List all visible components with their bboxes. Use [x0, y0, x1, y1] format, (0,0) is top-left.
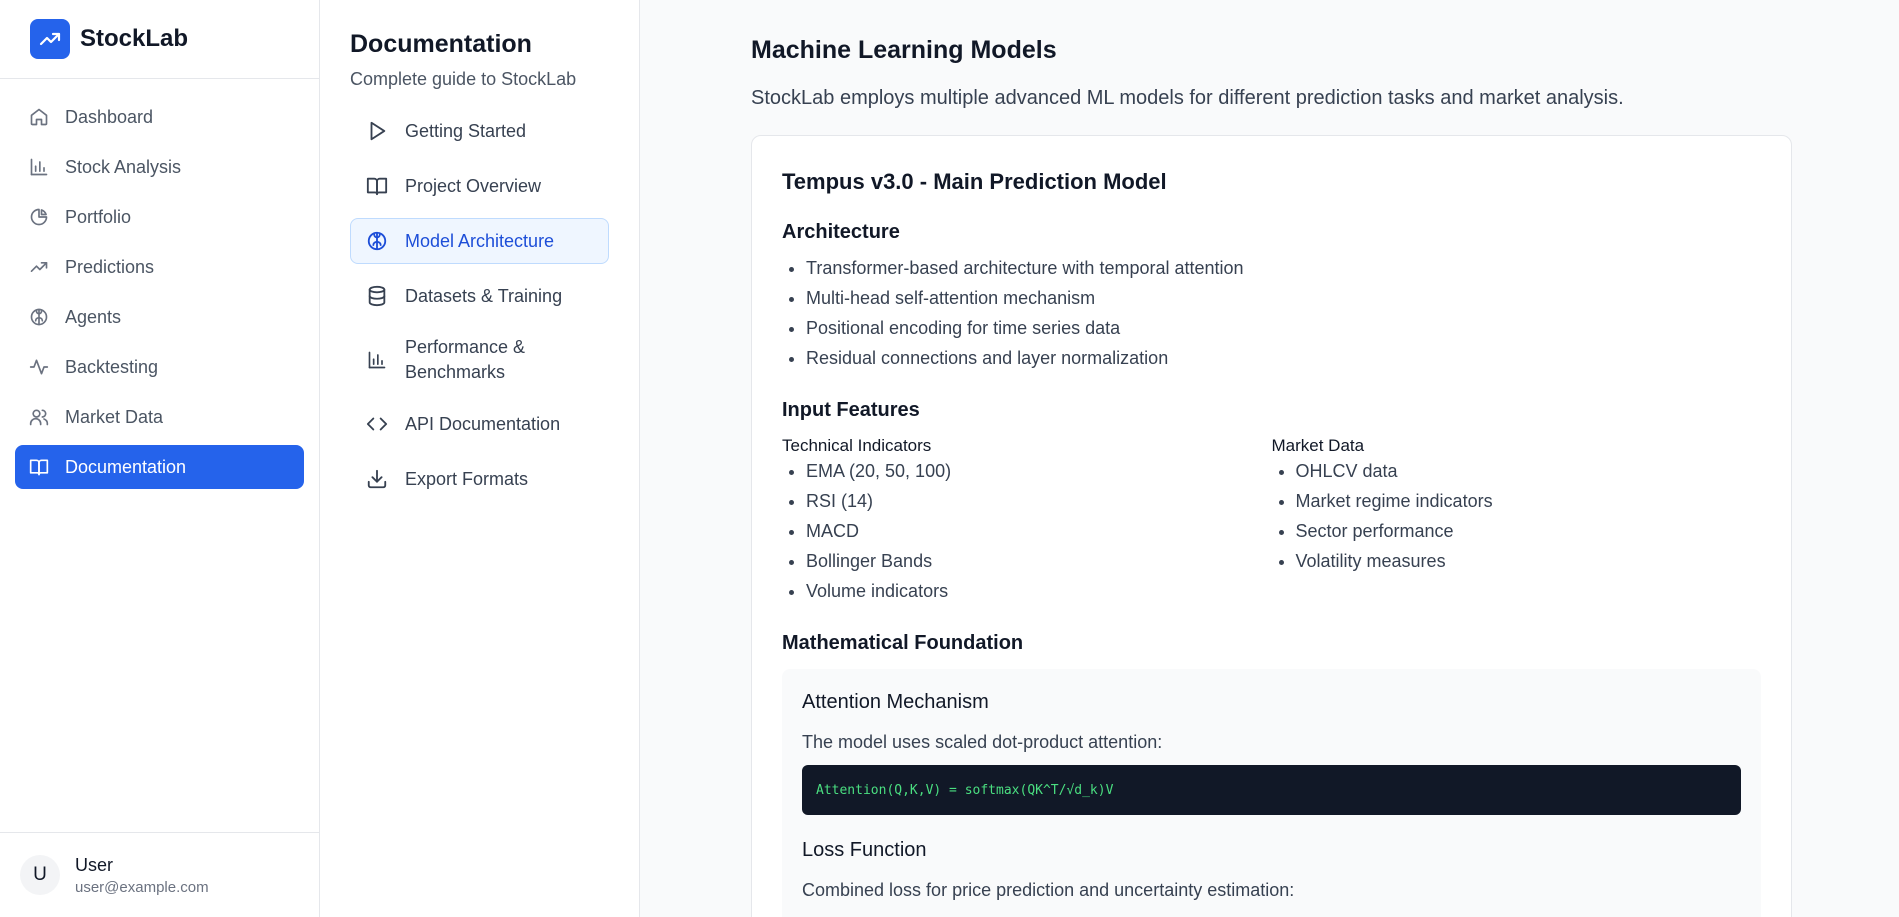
features-columns: Technical Indicators EMA (20, 50, 100) R…: [782, 436, 1761, 606]
sidebar: StockLab Dashboard Stock Analysis Portfo…: [0, 0, 320, 917]
trending-up-icon: [29, 257, 49, 277]
list-item: Transformer-based architecture with temp…: [806, 253, 1761, 283]
attention-text: The model uses scaled dot-product attent…: [802, 732, 1163, 752]
list-item: MACD: [806, 516, 1272, 546]
technical-indicators-title: Technical Indicators: [782, 436, 932, 455]
book-icon: [29, 457, 49, 477]
technical-indicators-list: EMA (20, 50, 100) RSI (14) MACD Bollinge…: [782, 456, 1272, 606]
play-icon: [365, 119, 389, 143]
sidebar-item-predictions[interactable]: Predictions: [15, 245, 304, 289]
docs-item-model-architecture[interactable]: Model Architecture: [350, 218, 609, 264]
market-data-list: OHLCV data Market regime indicators Sect…: [1272, 456, 1762, 576]
main-content: Machine Learning Models StockLab employs…: [640, 0, 1899, 917]
bar-chart-icon: [29, 157, 49, 177]
card-title: Tempus v3.0 - Main Prediction Model: [782, 169, 1167, 194]
trending-up-icon: [30, 19, 70, 59]
loss-text: Combined loss for price prediction and u…: [802, 880, 1295, 900]
list-item: Sector performance: [1296, 516, 1762, 546]
sidebar-item-agents[interactable]: Agents: [15, 295, 304, 339]
architecture-list: Transformer-based architecture with temp…: [782, 253, 1761, 373]
sidebar-item-dashboard[interactable]: Dashboard: [15, 95, 304, 139]
sidebar-item-label: Portfolio: [65, 206, 132, 227]
sidebar-item-label: Backtesting: [65, 356, 159, 377]
list-item: EMA (20, 50, 100): [806, 456, 1272, 486]
sidebar-item-portfolio[interactable]: Portfolio: [15, 195, 304, 239]
sidebar-item-stock-analysis[interactable]: Stock Analysis: [15, 145, 304, 189]
sidebar-item-label: Market Data: [65, 406, 164, 427]
technical-indicators-column: Technical Indicators EMA (20, 50, 100) R…: [782, 436, 1272, 606]
activity-icon: [29, 357, 49, 377]
download-icon: [365, 467, 389, 491]
attention-title: Attention Mechanism: [802, 691, 989, 713]
docs-item-export-formats[interactable]: Export Formats: [350, 456, 609, 502]
docs-nav-list: Getting Started Project Overview Model A…: [350, 108, 609, 502]
list-item: Volume indicators: [806, 576, 1272, 606]
sidebar-item-market-data[interactable]: Market Data: [15, 395, 304, 439]
sidebar-item-backtesting[interactable]: Backtesting: [15, 345, 304, 389]
code-icon: [365, 412, 389, 436]
input-features-heading: Input Features: [782, 399, 920, 421]
docs-item-label: Model Architecture: [405, 230, 555, 251]
math-foundation-box: Attention Mechanism The model uses scale…: [782, 669, 1761, 917]
brain-icon: [29, 307, 49, 327]
docs-item-label: Export Formats: [405, 468, 529, 489]
docs-item-label: Datasets & Training: [405, 285, 563, 306]
brand[interactable]: StockLab: [0, 0, 319, 79]
brain-icon: [365, 229, 389, 253]
main-nav: Dashboard Stock Analysis Portfolio Predi…: [0, 79, 319, 489]
list-item: Market regime indicators: [1296, 486, 1762, 516]
docs-item-api-documentation[interactable]: API Documentation: [350, 401, 609, 447]
database-icon: [365, 284, 389, 308]
avatar: U: [20, 855, 60, 895]
attention-code-block: Attention(Q,K,V) = softmax(QK^T/√d_k)V: [802, 765, 1741, 815]
bar-chart-icon: [365, 348, 389, 372]
sidebar-item-label: Documentation: [65, 456, 187, 477]
page-title: Machine Learning Models: [751, 36, 1057, 64]
docs-item-label: Project Overview: [405, 175, 542, 196]
docs-item-project-overview[interactable]: Project Overview: [350, 163, 609, 209]
sidebar-item-documentation[interactable]: Documentation: [15, 445, 304, 489]
app-name: StockLab: [80, 25, 189, 52]
sidebar-item-label: Predictions: [65, 256, 155, 277]
architecture-heading: Architecture: [782, 221, 900, 243]
sidebar-item-label: Agents: [65, 306, 122, 327]
sidebar-item-label: Stock Analysis: [65, 156, 182, 177]
list-item: OHLCV data: [1296, 456, 1762, 486]
docs-title: Documentation: [350, 30, 532, 58]
docs-item-getting-started[interactable]: Getting Started: [350, 108, 609, 154]
pie-chart-icon: [29, 207, 49, 227]
math-foundation-heading: Mathematical Foundation: [782, 632, 1024, 654]
list-item: RSI (14): [806, 486, 1272, 516]
list-item: Multi-head self-attention mechanism: [806, 283, 1761, 313]
page-lead: StockLab employs multiple advanced ML mo…: [751, 87, 1624, 109]
docs-subtitle: Complete guide to StockLab: [350, 69, 577, 89]
docs-nav: Documentation Complete guide to StockLab…: [320, 0, 640, 917]
user-name: User: [75, 854, 114, 875]
home-icon: [29, 107, 49, 127]
docs-item-label: Performance & Benchmarks: [405, 337, 526, 382]
sidebar-item-label: Dashboard: [65, 106, 154, 127]
docs-item-label: Getting Started: [405, 120, 527, 141]
users-icon: [29, 407, 49, 427]
market-data-column: Market Data OHLCV data Market regime ind…: [1272, 436, 1762, 606]
docs-item-performance-benchmarks[interactable]: Performance & Benchmarks: [350, 328, 609, 392]
user-profile[interactable]: U User user@example.com: [0, 832, 319, 917]
loss-title: Loss Function: [802, 839, 927, 861]
market-data-title: Market Data: [1271, 436, 1365, 455]
docs-item-label: API Documentation: [405, 413, 561, 434]
user-email: user@example.com: [75, 878, 209, 896]
list-item: Bollinger Bands: [806, 546, 1272, 576]
model-card: Tempus v3.0 - Main Prediction Model Arch…: [751, 135, 1792, 917]
book-open-icon: [365, 174, 389, 198]
docs-item-datasets-training[interactable]: Datasets & Training: [350, 273, 609, 319]
list-item: Volatility measures: [1296, 546, 1762, 576]
list-item: Positional encoding for time series data: [806, 313, 1761, 343]
user-meta: User user@example.com: [75, 855, 209, 896]
list-item: Residual connections and layer normaliza…: [806, 343, 1761, 373]
